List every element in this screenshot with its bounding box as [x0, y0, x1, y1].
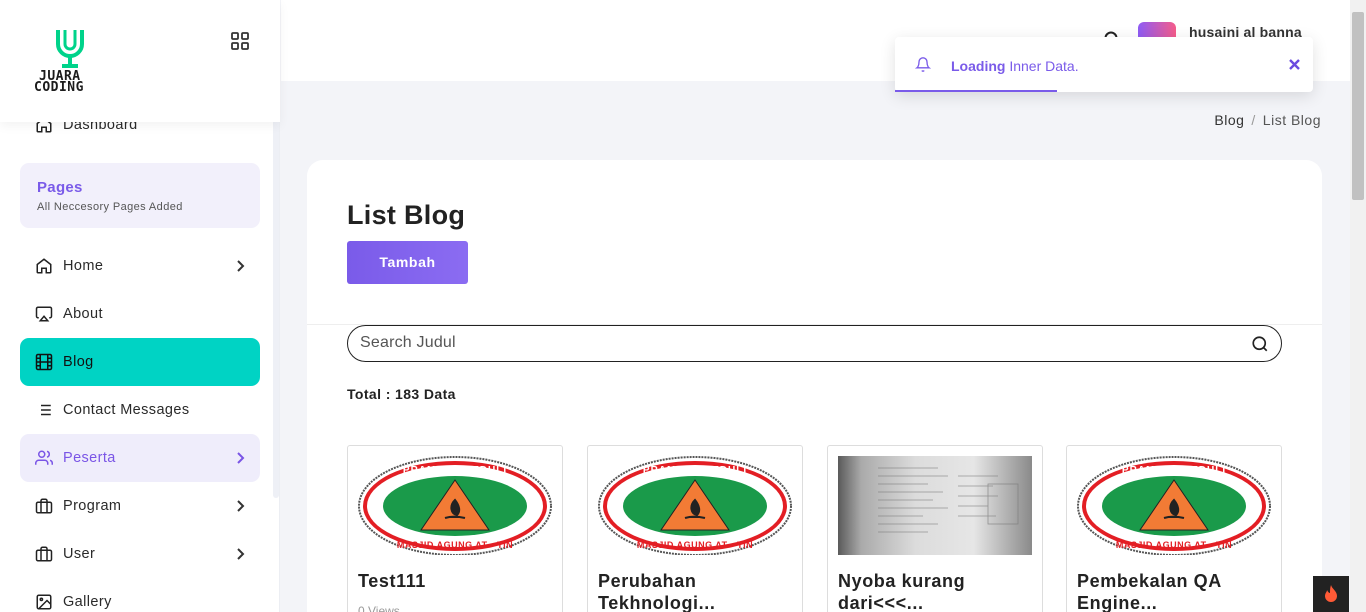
chevron-right-icon	[234, 499, 246, 513]
post-views: 0 Views	[358, 604, 400, 612]
sidebar-item-label: Home	[63, 258, 104, 274]
close-icon[interactable]	[1288, 58, 1301, 71]
breadcrumb-parent[interactable]: Blog	[1214, 112, 1244, 128]
sidebar-item-label: About	[63, 306, 103, 322]
post-title[interactable]: Pembekalan QA Engine...	[1077, 570, 1273, 612]
loading-toast: Loading Inner Data.	[895, 37, 1313, 92]
total-count: Total : 183 Data	[347, 386, 456, 402]
logo-top-text: PRAMUKA PEDULI	[643, 465, 747, 476]
sidebar-item-blog[interactable]: Blog	[20, 338, 260, 386]
film-icon	[35, 353, 53, 371]
post-title[interactable]: Nyoba kurang dari<<<...	[838, 570, 1034, 612]
search-bar	[347, 325, 1282, 362]
breadcrumb: Blog / List Blog	[1214, 112, 1321, 128]
blog-post-card[interactable]: PRAMUKA PEDULI MASJID AGUNG AT - TIN Per…	[587, 445, 803, 612]
scrollbar-thumb[interactable]	[1352, 12, 1364, 200]
sidebar-item-gallery[interactable]: Gallery	[20, 578, 260, 612]
blog-post-card[interactable]: PRAMUKA PEDULI MASJID AGUNG AT - TIN Pem…	[1066, 445, 1282, 612]
users-icon	[35, 449, 53, 467]
sidebar-item-contact-messages[interactable]: Contact Messages	[20, 386, 260, 434]
sidebar-item-program[interactable]: Program	[20, 482, 260, 530]
search-icon[interactable]	[1251, 335, 1269, 353]
briefcase-icon	[35, 497, 53, 515]
post-thumbnail-image	[838, 456, 1032, 555]
post-thumbnail-image: PRAMUKA PEDULI MASJID AGUNG AT - TIN	[1077, 456, 1271, 555]
sidebar-item-user[interactable]: User	[20, 530, 260, 578]
toast-progress-bar	[895, 90, 1057, 92]
blog-post-card[interactable]: PRAMUKA PEDULI MASJID AGUNG AT - TIN Tes…	[347, 445, 563, 612]
sidebar-item-peserta[interactable]: Peserta	[20, 434, 260, 482]
flame-icon[interactable]	[1313, 576, 1349, 612]
toast-message-rest: Inner Data.	[1005, 58, 1079, 74]
sidebar-item-label: Contact Messages	[63, 402, 190, 418]
pages-title: Pages	[37, 179, 83, 196]
chevron-right-icon	[234, 259, 246, 273]
chevron-right-icon	[234, 547, 246, 561]
logo-top-text: PRAMUKA PEDULI	[403, 465, 507, 476]
sidebar-item-about[interactable]: About	[20, 290, 260, 338]
sidebar-scrollbar[interactable]	[273, 102, 279, 498]
breadcrumb-separator: /	[1251, 112, 1256, 128]
monitor-icon	[35, 305, 53, 323]
post-title[interactable]: Perubahan Tekhnologi...	[598, 570, 794, 612]
logo-bottom-text: MASJID AGUNG AT - TIN	[1116, 540, 1232, 550]
pages-subtitle: All Neccesory Pages Added	[37, 201, 183, 213]
add-button[interactable]: Tambah	[347, 241, 468, 284]
list-icon	[35, 401, 53, 419]
chevron-right-icon	[234, 451, 246, 465]
briefcase-icon	[35, 545, 53, 563]
post-thumbnail-image: PRAMUKA PEDULI MASJID AGUNG AT - TIN	[598, 456, 792, 555]
toast-message-strong: Loading	[951, 58, 1006, 74]
apps-grid-icon[interactable]	[231, 32, 249, 50]
blog-post-card[interactable]: Nyoba kurang dari<<<...	[827, 445, 1043, 612]
brand-name-line2: CODING	[34, 80, 84, 95]
breadcrumb-current: List Blog	[1262, 112, 1321, 128]
brand-header: JUARA CODING	[0, 0, 280, 122]
sidebar: Dashboard Pages All Neccesory Pages Adde…	[0, 0, 280, 612]
logo-bottom-text: MASJID AGUNG AT - TIN	[637, 540, 753, 550]
sidebar-item-label: Gallery	[63, 594, 112, 610]
sidebar-item-label: Program	[63, 498, 122, 514]
logo-top-text: PRAMUKA PEDULI	[1122, 465, 1226, 476]
home-icon	[35, 257, 53, 275]
post-title[interactable]: Test111	[358, 570, 554, 592]
brand-name: JUARA CODING	[34, 70, 84, 95]
pages-section-header: Pages All Neccesory Pages Added	[20, 163, 260, 228]
image-icon	[35, 593, 53, 611]
toast-message: Loading Inner Data.	[951, 58, 1079, 74]
sidebar-item-home[interactable]: Home	[20, 242, 260, 290]
post-thumbnail-image: PRAMUKA PEDULI MASJID AGUNG AT - TIN	[358, 456, 552, 555]
logo-bottom-text: MASJID AGUNG AT - TIN	[397, 540, 513, 550]
page-title: List Blog	[347, 200, 466, 230]
sidebar-item-label: Blog	[63, 354, 94, 370]
search-input[interactable]	[360, 334, 1220, 352]
sidebar-item-label: Peserta	[63, 450, 116, 466]
bell-icon	[914, 56, 932, 73]
page-scrollbar[interactable]	[1350, 0, 1366, 612]
sidebar-item-label: User	[63, 546, 96, 562]
